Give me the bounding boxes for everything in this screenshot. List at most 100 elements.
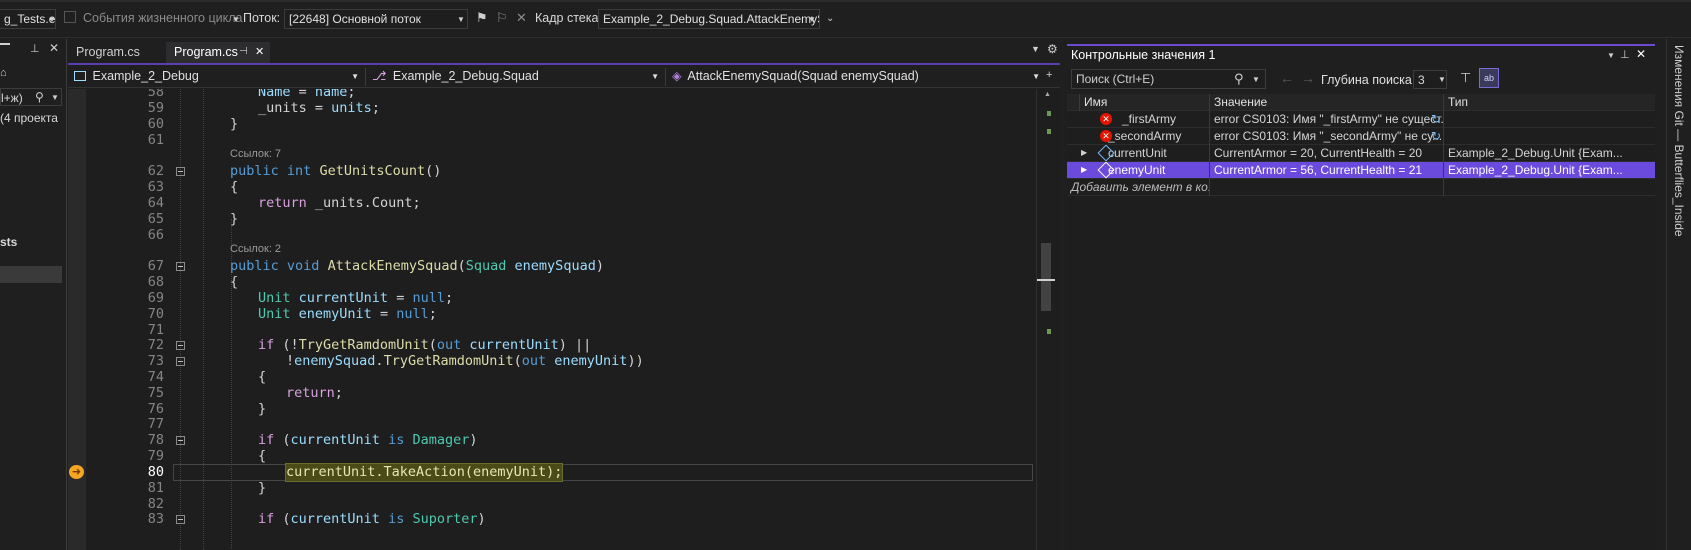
watch-row-selected[interactable]: ▶ enemyUnit CurrentArmor = 56, CurrentHe… [1067, 162, 1655, 179]
collapse-toggle[interactable] [176, 515, 185, 524]
collapse-toggle[interactable] [176, 341, 185, 350]
solution-search-input[interactable]: l+ж) ⚲ ▼ [0, 88, 62, 106]
flag-icon[interactable]: ⚑ [476, 10, 488, 26]
close-icon[interactable]: ✕ [255, 42, 264, 62]
scroll-up-icon[interactable]: ▲ [1044, 91, 1051, 98]
navigation-bar: Example_2_Debug ▼ ⎇ Example_2_Debug.Squa… [68, 66, 1060, 88]
type-dropdown-value: Example_2_Debug.Squad [392, 69, 539, 83]
solution-projects-count: (4 проекта [0, 111, 58, 125]
search-depth-combo[interactable]: 3 ▼ [1413, 70, 1447, 89]
chevron-down-icon[interactable]: ▼ [48, 15, 56, 24]
column-header-value[interactable]: Значение [1210, 94, 1444, 111]
refresh-icon[interactable]: ↻ [1431, 128, 1441, 144]
refresh-icon[interactable]: ↻ [1431, 111, 1441, 127]
type-dropdown[interactable]: ⎇ Example_2_Debug.Squad ▼ [368, 68, 666, 86]
collapse-toggle[interactable] [176, 167, 185, 176]
watch-title: Контрольные значения 1 [1071, 48, 1216, 62]
code-line: 78 if (currentUnit is Damager) [68, 432, 1060, 449]
line-number: 63 [147, 179, 164, 195]
filter-icon[interactable]: ✕ [516, 10, 527, 26]
pin-icon[interactable]: ⊥ [30, 42, 40, 55]
watch-row-type [1444, 128, 1655, 145]
git-changes-tab[interactable]: Изменения Git — Butterflies_Inside [1672, 45, 1686, 237]
hex-display-toggle-icon[interactable]: ab [1479, 68, 1499, 88]
search-icon: ⚲ [35, 90, 44, 104]
code-line: 62 public int GetUnitsCount() [68, 163, 1060, 180]
tab-program-cs-2[interactable]: Program.cs ⊣ ✕ [166, 42, 270, 63]
watch-add-row[interactable]: Добавить элемент в ко... [1067, 179, 1655, 196]
code-line: 65 } [68, 211, 1060, 228]
watch-search-input[interactable]: Поиск (Ctrl+E) ⚲ ▼ [1071, 69, 1266, 89]
code-area[interactable]: 58 Name = name; 59 _units = units; 60 } … [68, 89, 1060, 550]
code-lens-references[interactable]: Ссылок: 7 [230, 148, 281, 160]
thread-combo-value: [22648] Основной поток [289, 12, 421, 26]
chevron-down-icon[interactable]: ▼ [232, 15, 240, 24]
watch-toolbar: Поиск (Ctrl+E) ⚲ ▼ ← → Глубина поиска: 3… [1067, 68, 1655, 92]
close-icon[interactable]: ✕ [49, 41, 59, 55]
split-editor-icon[interactable]: + [1046, 69, 1052, 81]
search-icon[interactable]: ⚲ [1234, 71, 1244, 87]
selected-tree-item[interactable] [0, 266, 62, 283]
pin-icon[interactable]: ⊥ [1620, 46, 1630, 64]
chevron-down-icon[interactable]: ▼ [808, 15, 816, 24]
next-statement-arrow-icon[interactable]: ➜ [69, 465, 84, 479]
member-dropdown-value: AttackEnemySquad(Squad enemySquad) [687, 69, 919, 83]
code-line: 61 [68, 132, 1060, 149]
code-lens-references[interactable]: Ссылок: 2 [230, 243, 281, 255]
search-back-icon[interactable]: ← [1280, 70, 1294, 86]
panel-splitter[interactable] [1060, 39, 1067, 550]
menu-icon[interactable] [0, 43, 10, 45]
error-icon: ✕ [1100, 130, 1112, 142]
toolbar-top-strip [0, 0, 1691, 2]
toolbar-overflow-icon[interactable]: ⌄ [826, 13, 834, 24]
column-header-name[interactable]: Имя [1080, 94, 1210, 111]
stack-frame-combo[interactable]: Example_2_Debug.Squad.AttackEnemySqu [598, 9, 820, 29]
current-statement: currentUnit.TakeAction(enemyUnit); [284, 463, 564, 482]
member-dropdown[interactable]: ◈ AttackEnemySquad(Squad enemySquad) ▼ [668, 68, 1040, 86]
pin-icon[interactable]: ⊣ [239, 42, 248, 62]
current-statement-line: ➜ 80 currentUnit.TakeAction(enemyUnit); [68, 463, 1060, 482]
collapse-toggle[interactable] [176, 262, 185, 271]
code-line: 73 !enemySquad.TryGetRamdomUnit(out enem… [68, 353, 1060, 370]
editor-scrollbar[interactable]: ▲ [1036, 89, 1060, 550]
project-dropdown[interactable]: Example_2_Debug ▼ [70, 68, 366, 86]
home-icon[interactable]: ⌂ [0, 67, 7, 79]
watch-row-name: currentUnit [1108, 146, 1167, 160]
thread-combo[interactable]: [22648] Основной поток [284, 9, 468, 29]
collapse-toggle[interactable] [176, 357, 185, 366]
code-line: 67 public void AttackEnemySquad(Squad en… [68, 258, 1060, 275]
chevron-down-icon[interactable]: ▼ [1607, 47, 1615, 65]
scroll-thumb[interactable] [1041, 243, 1051, 311]
code-line: 70 Unit enemyUnit = null; [68, 306, 1060, 323]
flag-all-threads-icon[interactable]: ⚐ [496, 10, 508, 26]
gear-icon[interactable]: ⚙ [1047, 42, 1058, 56]
chevron-down-icon[interactable]: ▼ [457, 15, 465, 24]
tab-list-chevron-icon[interactable]: ▼ [1031, 44, 1040, 54]
pin-source-icon[interactable]: ⊤ [1460, 70, 1471, 86]
code-line: 81 } [68, 480, 1060, 497]
stack-frame-label: Кадр стека: [535, 11, 602, 25]
chevron-down-icon[interactable]: ▼ [51, 93, 59, 102]
chevron-down-icon[interactable]: ▼ [1252, 75, 1260, 84]
change-marker [1047, 129, 1051, 134]
add-watch-item[interactable]: Добавить элемент в ко... [1067, 179, 1210, 196]
tab-label: Program.cs [76, 45, 140, 59]
debug-toolbar: g_Tests.ex ▼ События жизненного цикла ▼ … [0, 0, 1691, 38]
search-forward-icon[interactable]: → [1301, 70, 1315, 86]
git-changes-rail[interactable]: Изменения Git — Butterflies_Inside [1666, 39, 1691, 550]
tab-program-cs-1[interactable]: Program.cs [68, 42, 164, 63]
solution-tree-item[interactable]: sts [0, 235, 17, 249]
change-marker [1047, 111, 1051, 116]
close-icon[interactable]: ✕ [1636, 45, 1646, 63]
method-icon: ◈ [672, 69, 682, 83]
solution-search-hint: l+ж) [1, 91, 23, 105]
line-number: 61 [147, 132, 164, 148]
lifecycle-events-dropdown[interactable]: События жизненного цикла [83, 11, 242, 25]
watch-row[interactable]: ✕ _secondArmy error CS0103: Имя "_second… [1067, 128, 1655, 145]
watch-row[interactable]: ✕ _firstArmy error CS0103: Имя "_firstAr… [1067, 111, 1655, 128]
watch-row[interactable]: ▶ currentUnit CurrentArmor = 20, Current… [1067, 145, 1655, 162]
code-line: 63 { [68, 179, 1060, 196]
line-number: 83 [147, 511, 164, 527]
collapse-toggle[interactable] [176, 436, 185, 445]
column-header-type[interactable]: Тип [1444, 94, 1655, 111]
